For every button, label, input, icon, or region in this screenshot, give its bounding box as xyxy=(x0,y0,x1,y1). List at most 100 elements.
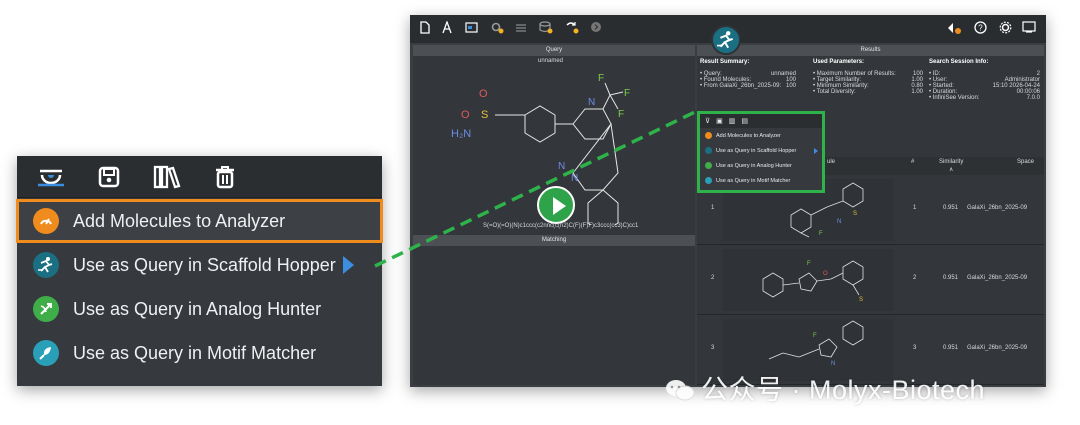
menu-item-analog-hunter[interactable]: Use as Query in Analog Hunter xyxy=(700,158,822,173)
menu-item-label: Add Molecules to Analyzer xyxy=(73,210,286,231)
menu-item-label: Use as Query in Analog Hunter xyxy=(716,162,792,169)
in-app-context-menu: ⊽ ▣ ▥ ▤ Add Molecules to Analyzer Use as… xyxy=(697,111,825,193)
nitrogen-label-1: N xyxy=(588,97,595,108)
help-icon[interactable]: ? xyxy=(973,21,987,37)
scaffold-hopper-badge-icon xyxy=(711,25,741,55)
column-header-space[interactable]: Space xyxy=(1017,159,1034,165)
row-similarity: 0.951 xyxy=(943,345,959,351)
analog-hunter-icon xyxy=(33,296,59,322)
menu-item-label: Use as Query in Scaffold Hopper xyxy=(716,147,797,154)
used-parameters: Used Parameters: • Maximum Number of Res… xyxy=(813,59,923,95)
nitrogen-label-2: N xyxy=(558,161,565,172)
svg-text:?: ? xyxy=(978,24,983,33)
row-space: GalaXi_26bn_2025-09 xyxy=(967,205,1028,211)
row-number: 2 xyxy=(913,275,917,281)
deselect-icon[interactable]: ⊽ xyxy=(705,117,710,125)
row-similarity: 0.951 xyxy=(943,275,959,281)
menu-item-analog-hunter[interactable]: Use as Query in Analog Hunter xyxy=(17,288,382,330)
next-icon[interactable] xyxy=(589,21,603,37)
library-icon[interactable] xyxy=(149,161,185,193)
row-index: 2 xyxy=(711,275,715,281)
column-header-molecule[interactable]: ule xyxy=(827,159,835,165)
summary-title: Result Summary: xyxy=(700,59,750,65)
nitrogen-label-3: N xyxy=(571,173,578,184)
search-session-info: Search Session Info: • ID: 2 • User: Admin… xyxy=(929,59,1040,101)
summary-label: • From GalaXi_26bn_2025-09: xyxy=(700,83,782,89)
menu-item-add-to-analyzer[interactable]: Add Molecules to Analyzer xyxy=(16,199,383,243)
submenu-arrow-icon xyxy=(343,256,354,274)
amine-label: H₂N xyxy=(451,128,471,140)
svg-text:F: F xyxy=(807,261,811,267)
scaffold-hopper-icon xyxy=(705,147,712,154)
menu-item-motif-matcher[interactable]: Use as Query in Motif Matcher xyxy=(17,332,382,374)
list-icon[interactable] xyxy=(514,21,528,37)
menu-item-scaffold-hopper[interactable]: Use as Query in Scaffold Hopper xyxy=(17,244,382,286)
trash-icon[interactable] xyxy=(207,161,243,193)
save-icon[interactable] xyxy=(91,161,127,193)
fluorine-label-2: F xyxy=(624,88,630,99)
play-button[interactable] xyxy=(537,186,575,224)
menu-item-scaffold-hopper[interactable]: Use as Query in Scaffold Hopper xyxy=(700,143,822,158)
motif-matcher-icon xyxy=(33,340,59,366)
menu-item-add-to-analyzer[interactable]: Add Molecules to Analyzer xyxy=(700,128,822,143)
svg-text:N: N xyxy=(837,219,841,225)
menu-item-label: Add Molecules to Analyzer xyxy=(716,132,781,139)
row-index: 1 xyxy=(711,205,715,211)
query-panel: Query unnamed O S O H₂N N N N F F F S(=O… xyxy=(413,45,695,385)
zoomed-context-menu: Add Molecules to Analyzer Use as Query i… xyxy=(16,156,383,386)
smiles-string: S(=O)(=O)(N)c1ccc(c2nnc(c(n2)C(F)(F)F)c3… xyxy=(483,223,639,229)
svg-text:S: S xyxy=(859,297,863,303)
matching-header: Matching xyxy=(413,235,695,246)
menu-item-label: Use as Query in Analog Hunter xyxy=(73,298,322,319)
data-icon[interactable] xyxy=(539,21,553,37)
gear-icon[interactable] xyxy=(998,21,1012,37)
svg-text:N: N xyxy=(831,361,835,367)
parameters-title: Used Parameters: xyxy=(813,59,865,65)
row-similarity: 0.951 xyxy=(943,205,959,211)
menu-item-motif-matcher[interactable]: Use as Query in Motif Matcher xyxy=(700,173,822,188)
notifications-icon[interactable] xyxy=(946,21,961,37)
fluorine-label-1: F xyxy=(598,73,604,84)
results-panel: Results Result Summary: • Query: unnamed … xyxy=(697,45,1044,385)
oxygen-left-label: O xyxy=(461,109,470,121)
result-molecule-image: F O S xyxy=(723,249,893,311)
parameter-label: • Total Diversity: xyxy=(813,89,856,95)
settings-gear-icon[interactable] xyxy=(490,21,504,37)
result-summary: Result Summary: • Query: unnamed • Found … xyxy=(700,59,796,89)
watermark: 公众号 · Molyx-Biotech xyxy=(665,368,985,407)
parameter-value: 1.00 xyxy=(911,89,923,95)
results-header: Results xyxy=(697,45,1044,56)
fluorine-label-3: F xyxy=(618,109,624,120)
analyzer-icon xyxy=(33,208,59,234)
row-space: GalaXi_26bn_2025-09 xyxy=(967,345,1028,351)
sort-indicator-icon: ∧ xyxy=(949,167,954,173)
analog-hunter-icon xyxy=(705,162,712,169)
wechat-icon xyxy=(666,380,695,401)
refresh-icon[interactable] xyxy=(565,21,579,37)
table-row[interactable]: 2 ☆ FOS 2 0.951 GalaXi_26bn_2025-09 xyxy=(697,245,1044,315)
query-header: Query xyxy=(413,45,695,56)
screen-icon[interactable] xyxy=(464,21,478,37)
draw-icon[interactable] xyxy=(440,20,454,37)
row-index: 3 xyxy=(711,345,715,351)
app-window: ? Query unnamed O S O H₂N N N N F F F S(… xyxy=(410,15,1046,387)
watermark-text: 公众号 · Molyx-Biotech xyxy=(701,375,986,405)
submenu-arrow-icon xyxy=(814,148,818,154)
new-file-icon[interactable] xyxy=(418,21,432,37)
library-icon[interactable]: ▥ xyxy=(729,117,736,125)
deselect-icon[interactable] xyxy=(33,161,69,193)
row-number: 3 xyxy=(913,345,917,351)
summary-value: 100 xyxy=(785,83,796,89)
session-label: • InfiniSee Version: xyxy=(929,95,980,101)
window-icon[interactable] xyxy=(1022,21,1036,37)
row-space: GalaXi_26bn_2025-09 xyxy=(967,275,1028,281)
zoom-menu-toolbar xyxy=(17,156,382,198)
menu-item-label: Use as Query in Motif Matcher xyxy=(716,177,791,184)
save-icon[interactable]: ▣ xyxy=(716,117,723,125)
trash-icon[interactable]: ▤ xyxy=(741,117,748,125)
column-header-similarity[interactable]: Similarity xyxy=(939,159,963,165)
sulfur-label: S xyxy=(481,109,488,121)
column-header-number[interactable]: # xyxy=(911,159,914,165)
motif-matcher-icon xyxy=(705,177,712,184)
menu-item-label: Use as Query in Motif Matcher xyxy=(73,342,317,363)
